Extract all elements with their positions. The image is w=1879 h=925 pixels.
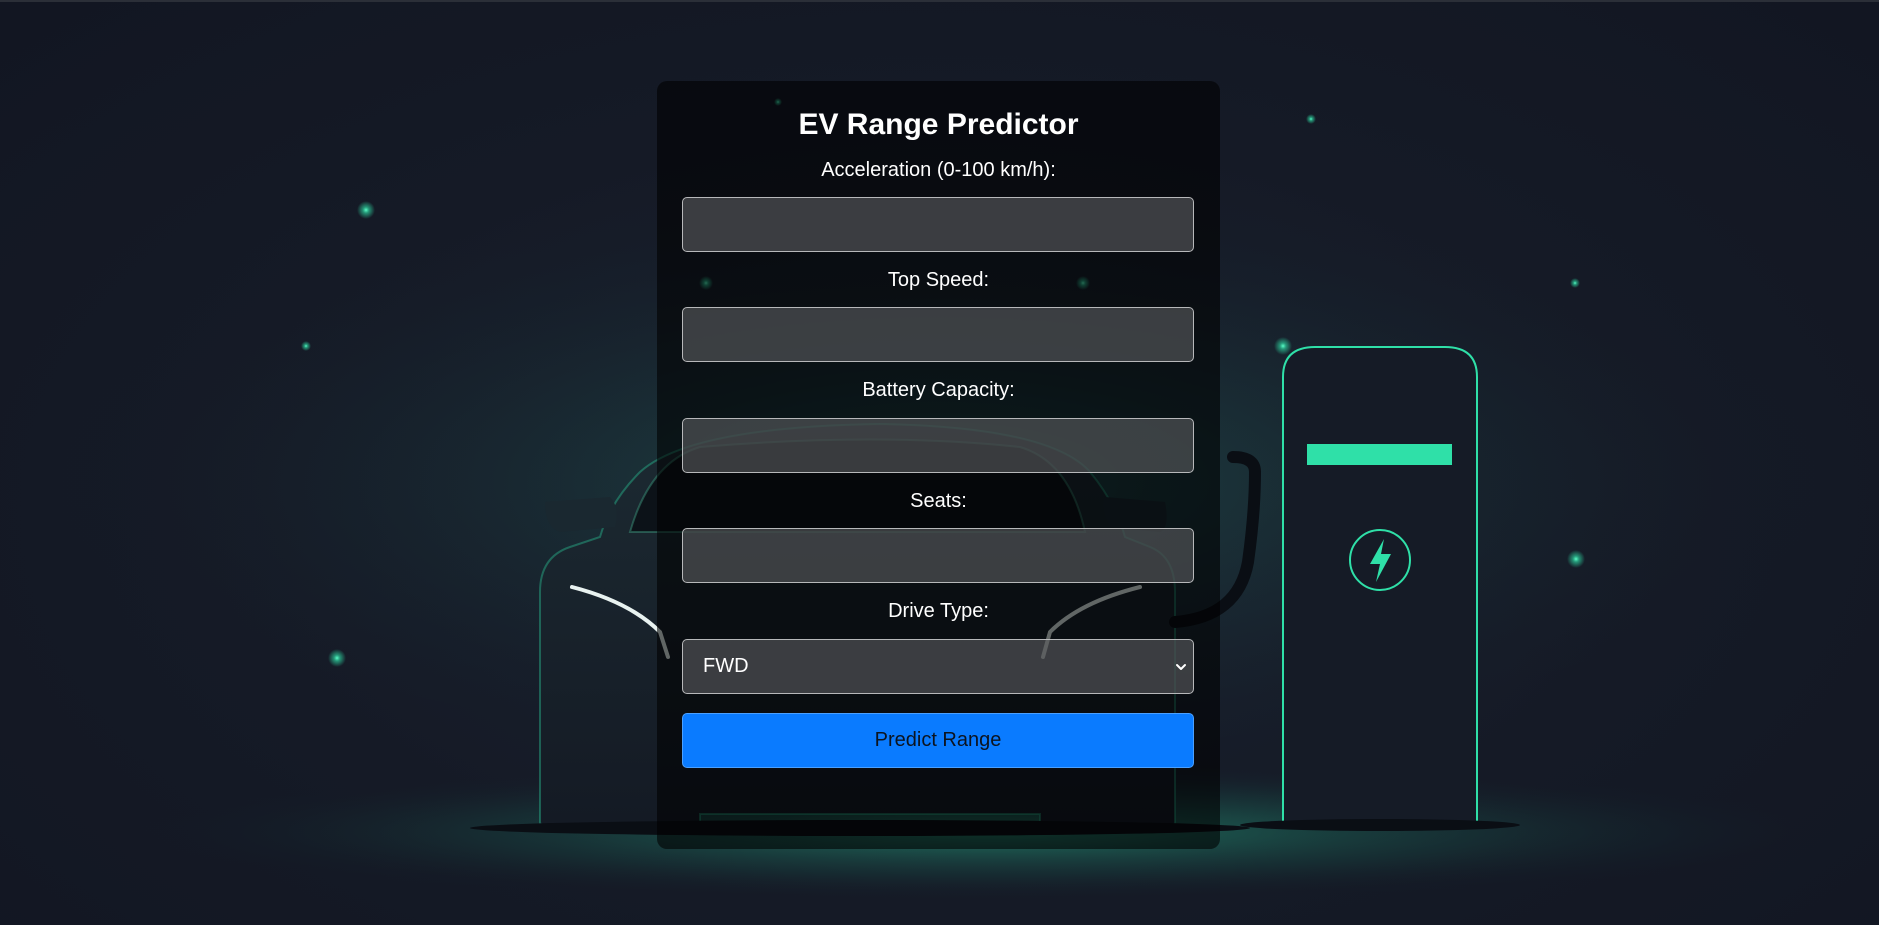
- drive-type-select[interactable]: FWD: [682, 639, 1194, 694]
- predict-range-button[interactable]: Predict Range: [682, 713, 1194, 768]
- page-background: EV Range Predictor Acceleration (0-100 k…: [0, 0, 1879, 925]
- drive-type-label: Drive Type:: [888, 600, 989, 622]
- acceleration-input[interactable]: [682, 197, 1194, 252]
- top-speed-label: Top Speed:: [887, 269, 990, 291]
- seats-label: Seats:: [910, 490, 967, 512]
- top-speed-input[interactable]: [682, 307, 1194, 362]
- seats-input[interactable]: [682, 528, 1194, 583]
- page-title: EV Range Predictor: [798, 108, 1079, 141]
- battery-capacity-label: Battery Capacity:: [862, 379, 1015, 401]
- prediction-form: EV Range Predictor Acceleration (0-100 k…: [657, 81, 1220, 849]
- drive-type-selected-value: FWD: [703, 655, 749, 677]
- acceleration-label: Acceleration (0-100 km/h):: [821, 159, 1056, 181]
- chevron-down-icon: [1176, 663, 1186, 670]
- battery-capacity-input[interactable]: [682, 418, 1194, 473]
